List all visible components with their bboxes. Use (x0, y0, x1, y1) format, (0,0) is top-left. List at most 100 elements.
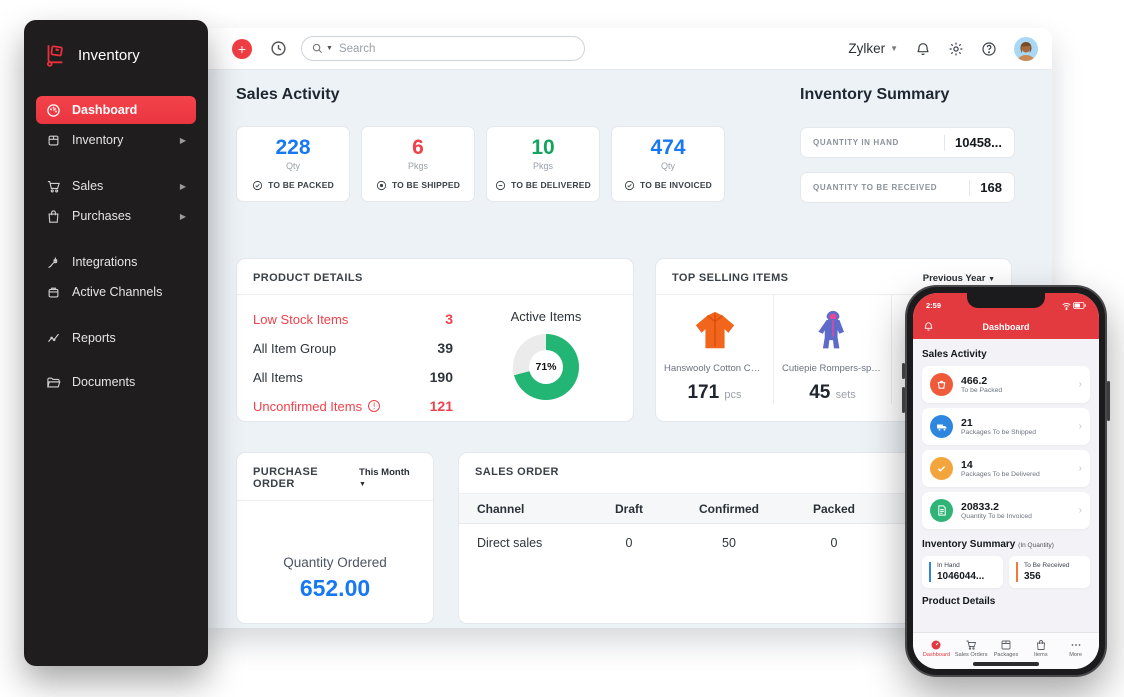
phone-inventory-summary-title: Inventory Summary (922, 539, 1016, 550)
unconfirmed-items-row[interactable]: Unconfirmed Items ! 121 (253, 398, 453, 414)
col-channel[interactable]: Channel (459, 502, 589, 516)
phone-in-hand-card[interactable]: In Hand 1046044... (922, 556, 1003, 588)
phone-tab-packages[interactable]: Packages (989, 636, 1024, 661)
wifi-icon (1062, 302, 1071, 310)
bag-icon (48, 209, 59, 223)
all-items-row[interactable]: All Items 190 (253, 369, 453, 385)
phone-power-button (1107, 381, 1110, 421)
to-be-shipped-unit: Pkgs (407, 160, 428, 171)
phone-to-be-delivered-label: Packages To be Delivered (961, 471, 1040, 479)
notifications-button[interactable] (915, 41, 931, 57)
sidebar-item-label: Purchases (72, 209, 132, 223)
product-details-card: PRODUCT DETAILS Low Stock Items 3 All It… (236, 258, 634, 422)
search-box[interactable]: ▼ (301, 36, 585, 61)
to-be-packed-card[interactable]: 228 Qty TO BE PACKED (236, 126, 350, 202)
product-details-title: PRODUCT DETAILS (253, 272, 363, 284)
cardigan-image (695, 311, 734, 349)
purchase-order-filter-dropdown[interactable]: This Month ▼ (359, 467, 417, 489)
phone-card-to-be-delivered[interactable]: 14 Packages To be Delivered › (922, 450, 1090, 487)
phone-tab-sales-orders[interactable]: Sales Orders (954, 636, 989, 661)
top-selling-item-2-qty: 45 (809, 382, 831, 403)
battery-icon (1073, 302, 1086, 309)
desktop-canvas: + ▼ Zylker ▼ (0, 0, 1124, 697)
check-icon (937, 465, 946, 472)
sales-order-title: SALES ORDER (475, 466, 559, 478)
col-packed[interactable]: Packed (789, 502, 879, 516)
quantity-to-be-received-row[interactable]: QUANTITY TO BE RECEIVED 168 (800, 172, 1015, 203)
phone-card-to-be-packed[interactable]: 466.2 To be Packed › (922, 366, 1090, 403)
chevron-right-icon: › (1078, 463, 1082, 474)
recent-history-button[interactable] (270, 40, 287, 57)
quantity-in-hand-row[interactable]: QUANTITY IN HAND 10458... (800, 127, 1015, 158)
sidebar-item-integrations[interactable]: Integrations (36, 248, 196, 276)
phone-tab-items[interactable]: Items (1023, 636, 1058, 661)
divider (237, 500, 433, 501)
quick-create-button[interactable]: + (232, 38, 252, 59)
minus-circle-icon (495, 180, 506, 190)
romper-image (817, 310, 844, 349)
top-bar: + ▼ Zylker ▼ (200, 28, 1052, 70)
col-draft[interactable]: Draft (589, 502, 669, 516)
phone-to-be-shipped-label: Packages To be Shipped (961, 429, 1037, 437)
to-be-shipped-card[interactable]: 6 Pkgs TO BE SHIPPED (361, 126, 475, 202)
phone-card-to-be-invoiced[interactable]: 20833.2 Quantity To be Invoiced › (922, 492, 1090, 529)
phone-card-to-be-shipped[interactable]: 21 Packages To be Shipped › (922, 408, 1090, 445)
phone-in-hand-value: 1046044... (937, 571, 985, 582)
sidebar-item-inventory[interactable]: Inventory ▶ (36, 126, 196, 154)
sidebar-item-sales[interactable]: Sales ▶ (36, 172, 196, 200)
all-item-group-row[interactable]: All Item Group 39 (253, 340, 453, 356)
divider (969, 179, 971, 196)
sidebar-item-label: Inventory (72, 133, 124, 147)
phone-tab-dashboard[interactable]: Dashboard (919, 636, 954, 661)
info-icon[interactable]: ! (368, 400, 381, 412)
search-scope-caret-icon[interactable]: ▼ (326, 45, 333, 52)
sidebar-item-dashboard[interactable]: Dashboard (36, 96, 196, 124)
channels-icon (48, 287, 59, 297)
user-avatar[interactable] (1014, 36, 1038, 61)
phone-to-be-received-label: To Be Received (1024, 562, 1070, 569)
phone-to-be-received-card[interactable]: To Be Received 356 (1009, 556, 1090, 588)
phone-to-be-packed-value: 466.2 (961, 374, 988, 387)
top-selling-item-2[interactable]: Cutiepie Rompers-spo... 45 sets (774, 295, 892, 404)
to-be-invoiced-card[interactable]: 474 Qty TO BE INVOICED (611, 126, 725, 202)
to-be-delivered-value: 10 (531, 136, 555, 160)
phone-home-indicator[interactable] (973, 662, 1039, 666)
sidebar-item-label: Integrations (72, 255, 138, 269)
sidebar-item-documents[interactable]: Documents (36, 368, 196, 396)
search-input[interactable] (338, 42, 574, 55)
top-selling-item-1-qty: 171 (687, 382, 720, 403)
top-selling-item-1[interactable]: Hanswooly Cotton Cas... 171 pcs (656, 295, 774, 404)
brand[interactable]: Inventory (36, 42, 196, 68)
settings-button[interactable] (948, 41, 964, 57)
help-button[interactable] (981, 41, 997, 57)
active-items-donut[interactable]: 71% (513, 334, 579, 400)
low-stock-items-row[interactable]: Low Stock Items 3 (253, 311, 453, 327)
sales-activity-title: Sales Activity (236, 86, 340, 103)
phone-in-hand-label: In Hand (937, 562, 960, 569)
cell-channel: Direct sales (477, 536, 543, 550)
cell-packed: 0 (830, 536, 838, 550)
sidebar-item-purchases[interactable]: Purchases ▶ (36, 202, 196, 230)
to-be-invoiced-label: TO BE INVOICED (639, 180, 713, 191)
top-selling-filter-dropdown[interactable]: Previous Year ▼ (923, 273, 995, 284)
sidebar-item-active-channels[interactable]: Active Channels (36, 278, 196, 306)
bell-icon[interactable] (923, 321, 934, 332)
cart-icon (966, 640, 977, 650)
sidebar-item-label: Dashboard (72, 103, 138, 117)
phone-tab-more[interactable]: More (1058, 636, 1093, 661)
sidebar-item-reports[interactable]: Reports (36, 324, 196, 352)
org-name: Zylker (848, 41, 886, 56)
phone-to-be-packed-label: To be Packed (961, 387, 1003, 395)
integrations-icon (48, 257, 58, 268)
quantity-to-be-received-label: QUANTITY TO BE RECEIVED (813, 183, 938, 192)
more-ellipsis-icon (1071, 644, 1080, 646)
org-selector[interactable]: Zylker ▼ (848, 41, 898, 56)
to-be-delivered-card[interactable]: 10 Pkgs TO BE DELIVERED (486, 126, 600, 202)
chevron-right-icon: › (1078, 505, 1082, 516)
inventory-summary-title: Inventory Summary (800, 86, 950, 103)
quantity-ordered-label: Quantity Ordered (283, 555, 387, 570)
col-confirmed[interactable]: Confirmed (669, 502, 789, 516)
